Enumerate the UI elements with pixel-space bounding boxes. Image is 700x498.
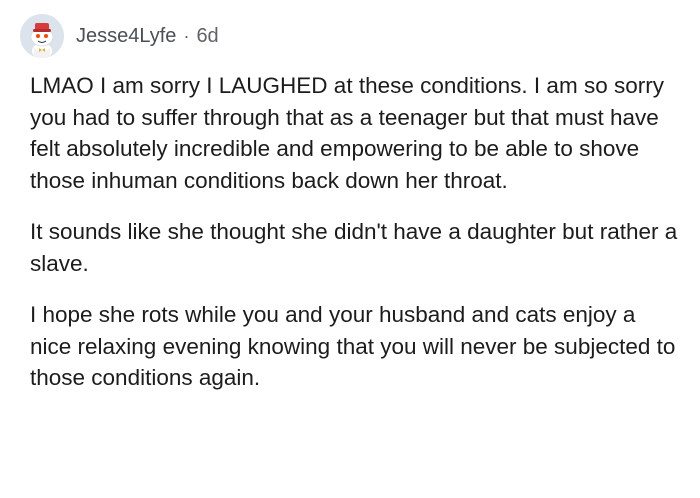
comment-meta: Jesse4Lyfe · 6d	[76, 25, 219, 48]
avatar-graphic	[20, 14, 64, 58]
comment: Jesse4Lyfe · 6d LMAO I am sorry I LAUGHE…	[0, 0, 700, 498]
comment-header: Jesse4Lyfe · 6d	[20, 14, 219, 58]
comment-body: LMAO I am sorry I LAUGHED at these condi…	[30, 70, 680, 394]
meta-separator: ·	[183, 25, 190, 46]
comment-paragraph: LMAO I am sorry I LAUGHED at these condi…	[30, 73, 664, 193]
reddit-snoo-avatar-icon[interactable]	[20, 14, 64, 58]
comment-paragraph: I hope she rots while you and your husba…	[30, 302, 676, 390]
username-link[interactable]: Jesse4Lyfe	[76, 25, 176, 48]
comment-paragraph: It sounds like she thought she didn't ha…	[30, 219, 678, 276]
comment-age[interactable]: 6d	[196, 25, 218, 48]
